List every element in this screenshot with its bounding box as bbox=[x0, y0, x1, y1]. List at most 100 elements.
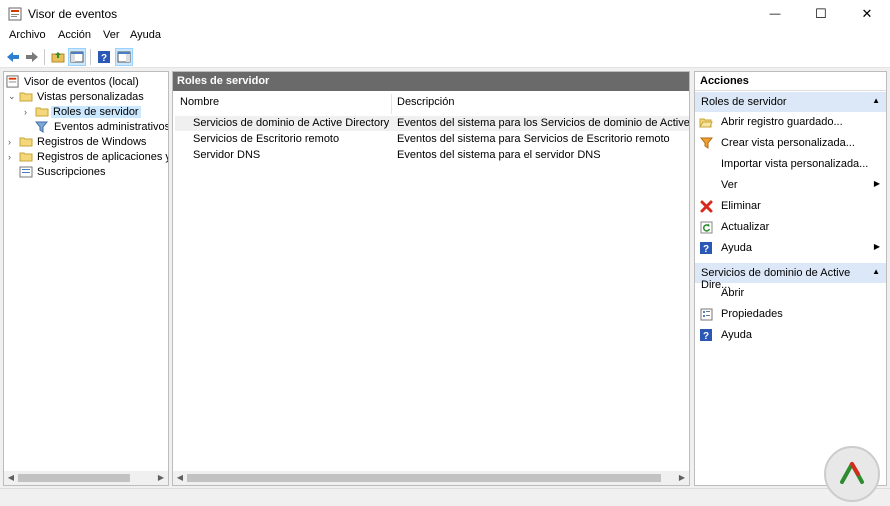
action-label: Propiedades bbox=[721, 308, 783, 320]
collapse-triangle-icon[interactable]: ▲ bbox=[872, 96, 880, 105]
up-folder-icon bbox=[51, 52, 65, 63]
results-pane: Roles de servidor Nombre Descripción Ser… bbox=[172, 71, 690, 486]
svg-text:?: ? bbox=[703, 244, 709, 255]
minimize-button[interactable]: — bbox=[752, 0, 798, 28]
action-view[interactable]: Ver ▶ bbox=[695, 176, 886, 196]
actions-title: Acciones bbox=[695, 72, 886, 91]
folder-icon bbox=[19, 152, 33, 162]
console-tree: Visor de eventos (local) ⌄ Vistas person… bbox=[3, 71, 169, 486]
up-folder-button[interactable] bbox=[50, 49, 66, 65]
scroll-left-icon[interactable]: ◀ bbox=[6, 473, 16, 483]
action-label: Ver bbox=[721, 179, 738, 191]
properties-icon bbox=[699, 307, 713, 321]
forward-button[interactable] bbox=[24, 49, 40, 65]
help-icon: ? bbox=[699, 328, 713, 342]
menu-archivo[interactable]: Archivo bbox=[9, 29, 46, 41]
folder-icon bbox=[35, 107, 49, 117]
event-viewer-icon bbox=[8, 7, 22, 21]
toolbar: ? bbox=[0, 46, 890, 68]
close-button[interactable]: ✕ bbox=[844, 0, 890, 28]
action-open[interactable]: Abrir bbox=[695, 284, 886, 304]
collapse-triangle-icon[interactable]: ▲ bbox=[872, 267, 880, 276]
minimize-icon: — bbox=[769, 8, 781, 20]
menu-bar: Archivo Acción Ver Ayuda bbox=[0, 28, 890, 46]
table-row[interactable]: Servidor DNS Eventos del sistema para el… bbox=[175, 148, 689, 163]
toolbar-separator bbox=[90, 49, 91, 65]
column-divider[interactable] bbox=[391, 94, 392, 114]
actions-section-server-roles[interactable]: Roles de servidor ▲ bbox=[695, 92, 886, 112]
chevron-right-icon[interactable]: › bbox=[8, 152, 19, 162]
maximize-button[interactable]: ☐ bbox=[798, 0, 844, 28]
tree-item-custom-views[interactable]: ⌄ Vistas personalizadas bbox=[8, 89, 146, 104]
chevron-right-icon[interactable]: › bbox=[24, 107, 35, 117]
tree-horizontal-scrollbar[interactable]: ◀ ▶ bbox=[4, 471, 168, 485]
scroll-right-icon[interactable]: ▶ bbox=[156, 473, 166, 483]
scrollbar-thumb[interactable] bbox=[18, 474, 130, 482]
console-tree-icon bbox=[70, 51, 84, 63]
tree-item-server-roles[interactable]: › Roles de servidor bbox=[24, 104, 141, 119]
cell-description: Eventos del sistema para el servidor DNS bbox=[397, 149, 601, 161]
tree-item-label: Vistas personalizadas bbox=[37, 90, 144, 103]
console-tree-button[interactable] bbox=[68, 48, 86, 66]
tree-item-event-viewer-local[interactable]: Visor de eventos (local) bbox=[6, 74, 141, 89]
window-title: Visor de eventos bbox=[28, 7, 118, 21]
action-properties[interactable]: Propiedades bbox=[695, 305, 886, 325]
menu-ayuda[interactable]: Ayuda bbox=[130, 29, 161, 41]
column-header-description[interactable]: Descripción bbox=[397, 96, 454, 114]
action-label: Ayuda bbox=[721, 329, 752, 341]
cell-description: Eventos del sistema para Servicios de Es… bbox=[397, 133, 670, 145]
submenu-arrow-icon: ▶ bbox=[873, 179, 880, 188]
table-row[interactable]: Servicios de Escritorio remoto Eventos d… bbox=[175, 132, 689, 147]
action-help-2[interactable]: ? Ayuda bbox=[695, 326, 886, 346]
folder-icon bbox=[19, 92, 33, 102]
submenu-arrow-icon: ▶ bbox=[873, 242, 880, 251]
tree-item-app-service-logs[interactable]: › Registros de aplicaciones y s bbox=[8, 149, 169, 164]
action-delete[interactable]: Eliminar bbox=[695, 197, 886, 217]
chevron-down-icon[interactable]: ⌄ bbox=[8, 91, 19, 102]
tree-item-label: Suscripciones bbox=[37, 165, 106, 178]
filter-icon bbox=[35, 121, 48, 133]
filter-icon bbox=[699, 136, 713, 150]
results-horizontal-scrollbar[interactable]: ◀ ▶ bbox=[173, 471, 689, 485]
scroll-right-icon[interactable]: ▶ bbox=[677, 473, 687, 483]
chevron-right-icon[interactable]: › bbox=[8, 137, 19, 147]
action-label: Crear vista personalizada... bbox=[721, 137, 855, 149]
title-bar: Visor de eventos — ☐ ✕ bbox=[0, 0, 890, 28]
scrollbar-thumb[interactable] bbox=[187, 474, 661, 482]
action-open-saved-log[interactable]: Abrir registro guardado... bbox=[695, 113, 886, 133]
table-row[interactable]: Servicios de dominio de Active Directory… bbox=[175, 116, 689, 131]
scroll-left-icon[interactable]: ◀ bbox=[175, 473, 185, 483]
svg-text:?: ? bbox=[101, 53, 107, 64]
action-create-custom-view[interactable]: Crear vista personalizada... bbox=[695, 134, 886, 154]
action-pane-button[interactable] bbox=[115, 48, 133, 66]
action-help[interactable]: ? Ayuda ▶ bbox=[695, 239, 886, 259]
tree-item-label: Registros de aplicaciones y s bbox=[37, 150, 169, 163]
help-button[interactable]: ? bbox=[96, 49, 112, 65]
section-label: Roles de servidor bbox=[701, 96, 787, 108]
logo-icon bbox=[840, 462, 864, 484]
back-arrow-icon bbox=[7, 52, 19, 62]
action-import-custom-view[interactable]: Importar vista personalizada... bbox=[695, 155, 886, 175]
action-label: Eliminar bbox=[721, 200, 761, 212]
maximize-icon: ☐ bbox=[815, 6, 827, 21]
tree-item-windows-logs[interactable]: › Registros de Windows bbox=[8, 134, 148, 149]
action-label: Abrir bbox=[721, 287, 745, 299]
menu-accion[interactable]: Acción bbox=[58, 29, 91, 41]
cell-description: Eventos del sistema para los Servicios d… bbox=[397, 117, 689, 129]
menu-ver[interactable]: Ver bbox=[103, 29, 120, 41]
toolbar-separator bbox=[44, 49, 45, 65]
subscriptions-icon bbox=[19, 166, 33, 177]
tree-item-label: Visor de eventos (local) bbox=[24, 75, 139, 88]
help-icon: ? bbox=[699, 241, 713, 255]
actions-pane: Acciones Roles de servidor ▲ Abrir regis… bbox=[694, 71, 887, 486]
tree-item-label: Eventos administrativos bbox=[54, 120, 169, 133]
close-icon: ✕ bbox=[861, 6, 873, 21]
column-header-name[interactable]: Nombre bbox=[180, 96, 219, 114]
action-label: Importar vista personalizada... bbox=[721, 158, 869, 170]
back-button[interactable] bbox=[5, 49, 21, 65]
tree-item-subscriptions[interactable]: Suscripciones bbox=[19, 164, 107, 179]
action-refresh[interactable]: Actualizar bbox=[695, 218, 886, 238]
tree-item-admin-events[interactable]: Eventos administrativos bbox=[35, 119, 169, 134]
delete-icon bbox=[699, 199, 713, 213]
actions-section-ad-ds[interactable]: Servicios de dominio de Active Dire... ▲ bbox=[695, 263, 886, 291]
